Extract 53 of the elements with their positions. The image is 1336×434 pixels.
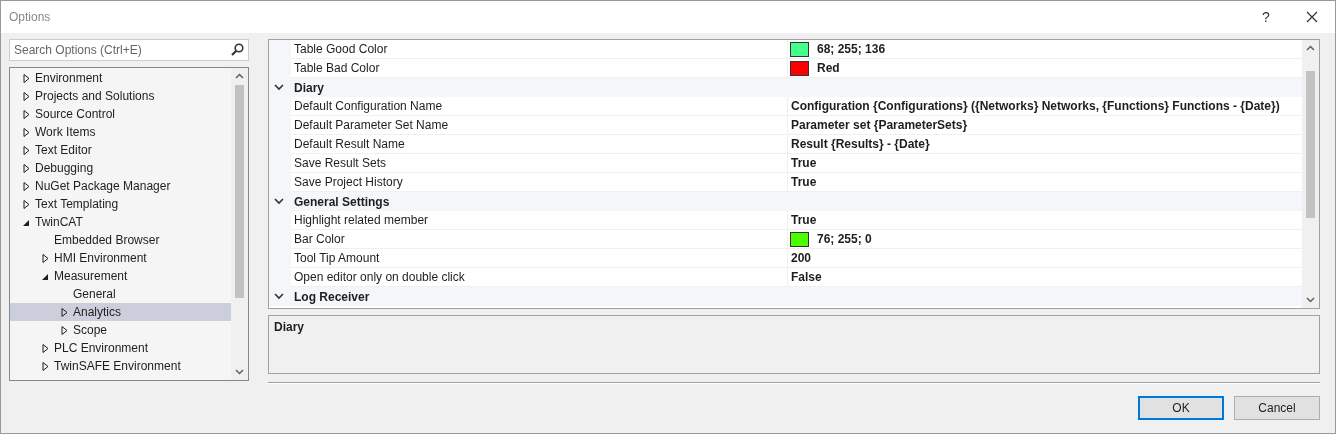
property-value[interactable]: 76; 255; 0	[817, 232, 872, 246]
close-icon	[1306, 11, 1318, 23]
tree-item[interactable]: Source Control	[10, 105, 231, 123]
dialog-button[interactable]: OK	[1138, 396, 1224, 420]
property-value[interactable]: Parameter set {ParameterSets}	[791, 118, 968, 132]
property-value[interactable]: 200	[791, 251, 812, 265]
category-name: Diary	[293, 79, 325, 97]
category-row[interactable]: Log Receiver	[269, 287, 1302, 306]
category-name: General Settings	[293, 193, 390, 211]
tree-item[interactable]: Embedded Browser	[10, 231, 231, 249]
category-row[interactable]: General Settings	[269, 192, 1302, 211]
property-value[interactable]: 68; 255; 136	[817, 42, 886, 56]
description-title: Diary	[274, 320, 305, 334]
category-row[interactable]: Diary	[269, 78, 1302, 97]
property-value[interactable]: Configuration {Configurations} ({Networks} Networks, {Functions} Functions - {Date})	[791, 99, 1280, 113]
tree-item[interactable]: TwinSAFE Environment	[10, 357, 231, 375]
scrollbar[interactable]	[231, 68, 248, 380]
property-value[interactable]: True	[791, 156, 817, 170]
property-name[interactable]: Highlight related member	[291, 211, 787, 230]
property-name[interactable]: Bar Color	[291, 230, 787, 249]
property-name[interactable]: Table Good Color	[291, 40, 787, 59]
property-name[interactable]: Tool Tip Amount	[291, 249, 787, 268]
property-value[interactable]: True	[791, 213, 817, 227]
tree-item[interactable]: HMI Environment	[10, 249, 231, 267]
property-name[interactable]: Default Parameter Set Name	[291, 116, 787, 135]
tree-item[interactable]: Text Templating	[10, 195, 231, 213]
property-name[interactable]: Default Configuration Name	[291, 97, 787, 116]
tree-item[interactable]: PLC Environment	[10, 339, 231, 357]
tree-item[interactable]: NuGet Package Manager	[10, 177, 231, 195]
tree-item[interactable]: TwinCAT	[10, 213, 231, 231]
property-name[interactable]: Save Result Sets	[291, 154, 787, 173]
scrollbar[interactable]	[1302, 40, 1319, 308]
tree-item[interactable]: Debugging	[10, 159, 231, 177]
dialog-button[interactable]: Cancel	[1234, 396, 1320, 420]
search-icon	[231, 43, 244, 56]
property-name[interactable]: Default Result Name	[291, 135, 787, 154]
category-name: Log Receiver	[293, 288, 370, 306]
tree-item[interactable]: Work Items	[10, 123, 231, 141]
collapsed-arrow-icon[interactable]	[42, 253, 49, 263]
tree-item[interactable]: Projects and Solutions	[10, 87, 231, 105]
property-value[interactable]: False	[791, 270, 822, 284]
tree-item[interactable]: General	[10, 285, 231, 303]
property-value[interactable]: Red	[817, 61, 840, 75]
property-value[interactable]: Result {Results} - {Date}	[791, 137, 930, 151]
tree-item[interactable]: Scope	[10, 321, 231, 339]
window-title: Options	[9, 10, 52, 24]
tree-item[interactable]: Analytics	[10, 303, 231, 321]
tree-item[interactable]: Measurement	[10, 267, 231, 285]
help-button[interactable]: ?	[1243, 1, 1289, 33]
tree-item[interactable]: Text Editor	[10, 141, 231, 159]
property-value[interactable]: True	[791, 175, 817, 189]
search-field[interactable]: Search Options (Ctrl+E)	[9, 39, 249, 61]
tree-item[interactable]: Environment	[10, 69, 231, 87]
